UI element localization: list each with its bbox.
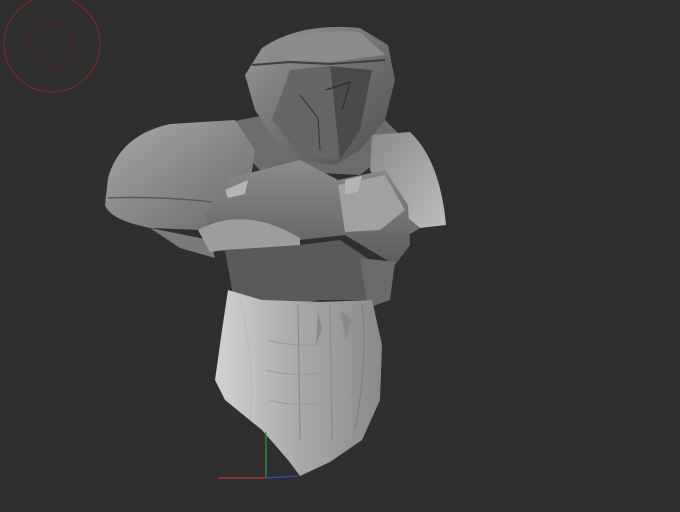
compass-gizmo-icon[interactable]: [3, 0, 101, 93]
armor-model[interactable]: [105, 26, 446, 476]
3d-viewport[interactable]: [0, 0, 680, 512]
viewport-canvas: [3, 0, 446, 479]
